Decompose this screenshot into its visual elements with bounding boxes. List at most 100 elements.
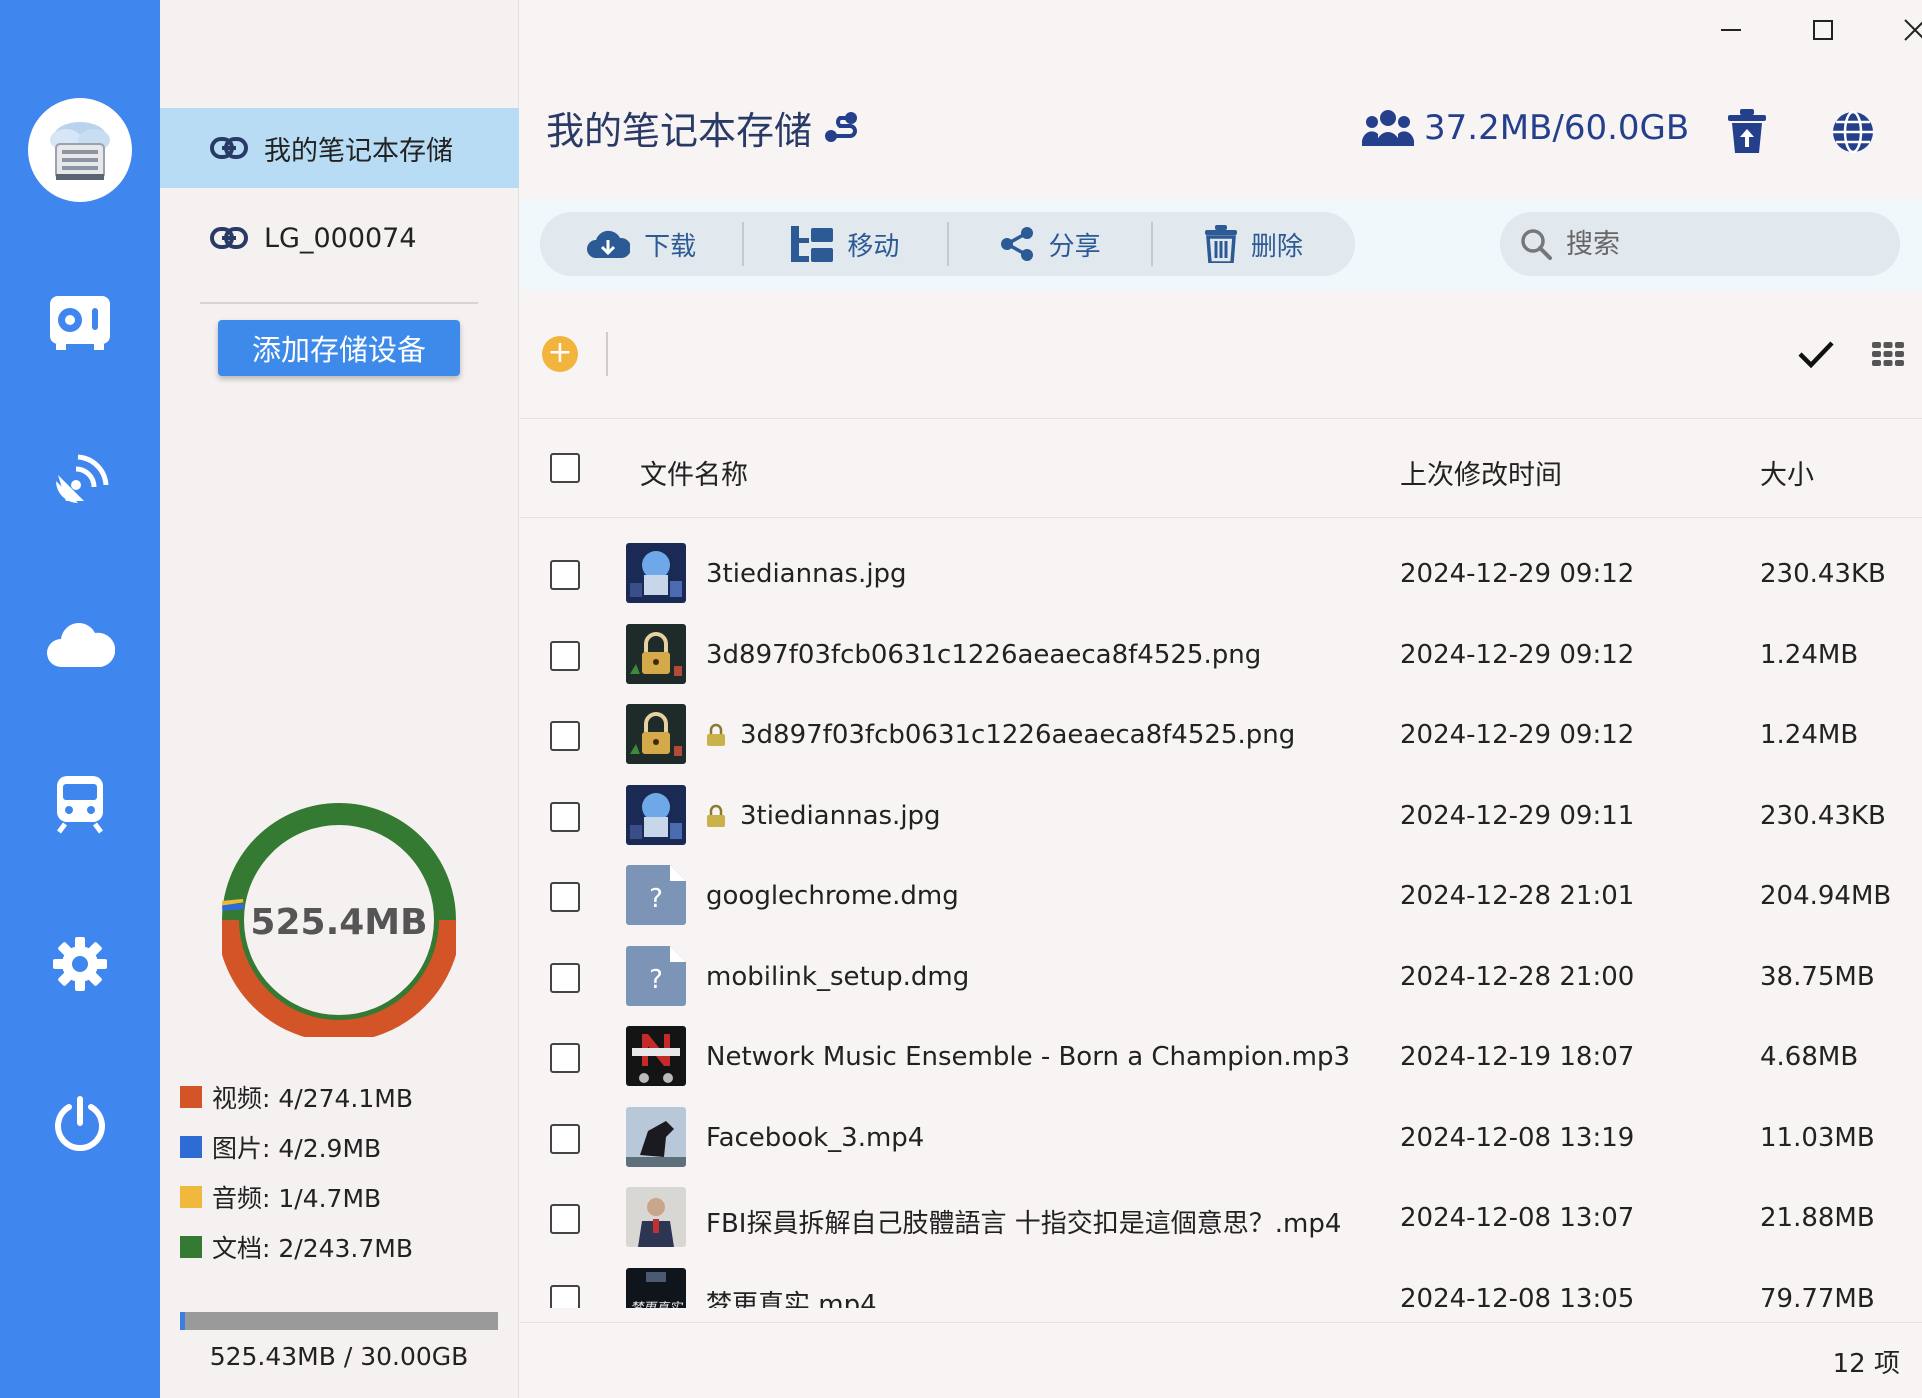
search-input[interactable] bbox=[1564, 227, 1884, 261]
share-button[interactable]: 分享 bbox=[949, 212, 1151, 276]
file-name: 梦更真实.mp4 bbox=[706, 1284, 877, 1309]
search-box bbox=[1500, 212, 1900, 276]
legend-item-document: 文档: 2/243.7MB bbox=[180, 1222, 500, 1272]
add-storage-button[interactable]: 添加存储设备 bbox=[218, 320, 460, 376]
rail-cloud[interactable] bbox=[40, 604, 120, 684]
legend-label: 图片: 4/2.9MB bbox=[212, 1134, 382, 1163]
column-header-size[interactable]: 大小 bbox=[1760, 453, 1814, 492]
download-label: 下载 bbox=[644, 231, 697, 262]
rail-power[interactable] bbox=[40, 1083, 120, 1163]
row-checkbox[interactable] bbox=[550, 801, 580, 832]
trash-upload-icon bbox=[1728, 109, 1766, 153]
download-button[interactable]: 下载 bbox=[540, 212, 742, 276]
file-list: 3tiediannas.jpg 2024-12-29 09:12 230.43KB 3… bbox=[520, 535, 1922, 1308]
storage-usage-text: 525.43MB / 30.00GB bbox=[209, 1342, 469, 1371]
rail-network[interactable] bbox=[40, 443, 120, 523]
quota-text: 37.2MB/60.0GB bbox=[1424, 108, 1690, 148]
video-crow-thumbnail bbox=[626, 1106, 686, 1167]
file-size: 230.43KB bbox=[1760, 800, 1886, 831]
file-modified-time: 2024-12-28 21:00 bbox=[1400, 961, 1635, 992]
file-row[interactable]: ? googlechrome.dmg 2024-12-28 21:01 204.94M… bbox=[520, 857, 1922, 937]
file-row[interactable]: Network Music Ensemble - Born a Champion… bbox=[520, 1018, 1922, 1098]
minimize-button[interactable] bbox=[1686, 0, 1776, 60]
close-button[interactable] bbox=[1870, 0, 1922, 60]
device-item-lg[interactable]: LG_000074 bbox=[160, 198, 519, 278]
file-modified-time: 2024-12-29 09:12 bbox=[1400, 720, 1635, 750]
row-checkbox[interactable] bbox=[550, 640, 580, 671]
file-name: FBI探員拆解自己肢體語言 十指交扣是這個意思？.mp4 bbox=[706, 1203, 1341, 1240]
file-row[interactable]: 3d897f03fcb0631c1226aeaeca8f4525.png 2024… bbox=[520, 696, 1922, 776]
row-checkbox[interactable] bbox=[550, 721, 580, 751]
rail-storage-device[interactable] bbox=[40, 283, 120, 363]
main-panel: 我的笔记本存储 37.2MB/60.0GB 下载 移动 分享 删除 搜索 + 文… bbox=[520, 0, 1922, 1398]
row-checkbox[interactable] bbox=[550, 1123, 580, 1154]
drive-icon bbox=[50, 296, 110, 350]
select-all-checkbox[interactable] bbox=[550, 453, 580, 483]
quota-indicator: 37.2MB/60.0GB bbox=[1362, 108, 1689, 148]
route-icon[interactable] bbox=[822, 109, 860, 147]
row-checkbox[interactable] bbox=[550, 1043, 580, 1073]
file-size: 1.24MB bbox=[1760, 639, 1859, 670]
language-button[interactable] bbox=[1828, 104, 1878, 160]
file-row[interactable]: Facebook_3.mp4 2024-12-08 13:19 11.03MB bbox=[520, 1099, 1922, 1179]
file-row[interactable]: 3tiediannas.jpg 2024-12-29 09:12 230.43KB bbox=[520, 535, 1922, 615]
file-size: 79.77MB bbox=[1760, 1283, 1875, 1309]
row-checkbox[interactable] bbox=[550, 882, 580, 912]
file-modified-time: 2024-12-08 13:07 bbox=[1400, 1203, 1635, 1233]
file-row[interactable]: 梦更真实 梦更真实.mp4 2024-12-08 13:05 79.77MB bbox=[520, 1260, 1922, 1309]
divider bbox=[200, 302, 478, 304]
link-icon bbox=[210, 227, 248, 249]
file-row[interactable]: FBI探員拆解自己肢體語言 十指交扣是這個意思？.mp4 2024-12-08 1… bbox=[520, 1179, 1922, 1259]
recycle-bin-button[interactable] bbox=[1722, 104, 1772, 160]
file-modified-time: 2024-12-29 09:11 bbox=[1400, 800, 1635, 831]
svg-text:梦更真实: 梦更真实 bbox=[630, 1300, 684, 1309]
file-name: Facebook_3.mp4 bbox=[706, 1123, 924, 1153]
row-checkbox[interactable] bbox=[550, 560, 580, 590]
cloud-download-icon bbox=[587, 230, 631, 258]
rail-transfer[interactable] bbox=[40, 764, 120, 844]
item-count: 12 项 bbox=[1832, 1349, 1900, 1379]
checkmark-icon bbox=[1798, 341, 1834, 368]
column-header-name[interactable]: 文件名称 bbox=[640, 453, 748, 492]
row-checkbox[interactable] bbox=[550, 1284, 580, 1308]
file-name-text: 3d897f03fcb0631c1226aeaeca8f4525.png bbox=[706, 639, 1262, 670]
file-row[interactable]: 3tiediannas.jpg 2024-12-29 09:11 230.43KB bbox=[520, 777, 1922, 857]
grid-view-button[interactable] bbox=[1866, 332, 1910, 376]
divider bbox=[606, 332, 608, 376]
table-header: 文件名称 上次修改时间 大小 bbox=[520, 418, 1922, 518]
file-size: 1.24MB bbox=[1760, 720, 1859, 750]
move-label: 移动 bbox=[847, 231, 900, 262]
rail-settings[interactable] bbox=[40, 924, 120, 1004]
legend-swatch bbox=[180, 1236, 202, 1258]
file-name-text: 3tiediannas.jpg bbox=[740, 800, 941, 831]
new-folder-button[interactable]: + bbox=[542, 336, 578, 372]
train-icon bbox=[57, 776, 103, 834]
file-modified-time: 2024-12-19 18:07 bbox=[1400, 1042, 1635, 1072]
row-checkbox[interactable] bbox=[550, 1204, 580, 1234]
legend-item-video: 视频: 4/274.1MB bbox=[180, 1072, 500, 1122]
lock-icon bbox=[707, 804, 725, 827]
svg-text:?: ? bbox=[649, 884, 663, 914]
move-button[interactable]: 移动 bbox=[744, 212, 946, 276]
file-modified-time: 2024-12-08 13:19 bbox=[1400, 1122, 1635, 1153]
file-row[interactable]: ? mobilink_setup.dmg 2024-12-28 21:00 38.75… bbox=[520, 938, 1922, 1018]
row-checkbox[interactable] bbox=[550, 962, 580, 993]
storage-legend: 视频: 4/274.1MB 图片: 4/2.9MB 音频: 1/4.7MB 文档… bbox=[180, 1072, 500, 1272]
legend-item-audio: 音频: 1/4.7MB bbox=[180, 1172, 500, 1222]
users-icon bbox=[1362, 110, 1414, 146]
device-item-laptop[interactable]: 我的笔记本存储 bbox=[160, 108, 519, 188]
file-size: 11.03MB bbox=[1760, 1122, 1875, 1153]
video-person-thumbnail bbox=[626, 1187, 686, 1247]
file-size: 230.43KB bbox=[1760, 559, 1886, 589]
delete-button[interactable]: 删除 bbox=[1153, 212, 1355, 276]
file-name: 3d897f03fcb0631c1226aeaeca8f4525.png bbox=[706, 720, 1295, 750]
file-size: 204.94MB bbox=[1760, 881, 1892, 911]
maximize-button[interactable] bbox=[1778, 0, 1868, 60]
unknown-file-thumbnail: ? bbox=[626, 945, 686, 1006]
legend-swatch bbox=[180, 1136, 202, 1158]
select-mode-button[interactable] bbox=[1794, 332, 1838, 376]
file-name-text: Network Music Ensemble - Born a Champion… bbox=[706, 1042, 1351, 1072]
file-row[interactable]: 3d897f03fcb0631c1226aeaeca8f4525.png 2024… bbox=[520, 616, 1922, 696]
file-name-text: mobilink_setup.dmg bbox=[706, 961, 970, 992]
column-header-time[interactable]: 上次修改时间 bbox=[1400, 453, 1562, 492]
